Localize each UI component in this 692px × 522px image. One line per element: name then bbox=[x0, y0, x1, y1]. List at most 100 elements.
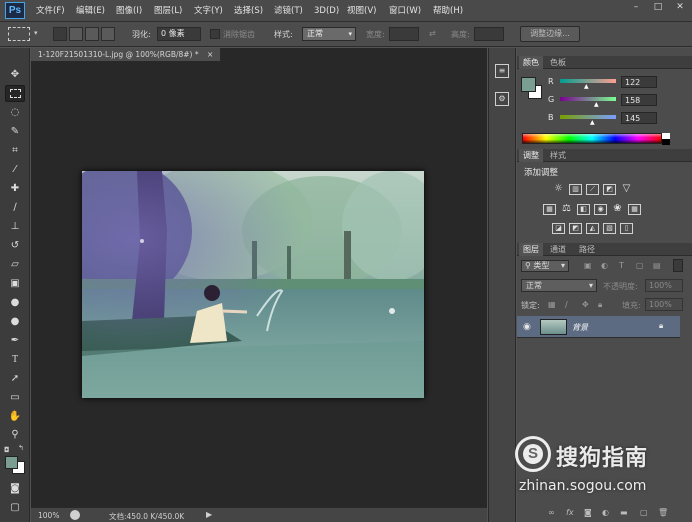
channel-g-slider[interactable] bbox=[560, 97, 616, 101]
new-group-icon[interactable]: ▬ bbox=[620, 508, 628, 517]
tab-swatches[interactable]: 色板 bbox=[546, 56, 570, 69]
channel-mixer-icon[interactable]: ❀ bbox=[611, 204, 624, 215]
color-foreground-swatch[interactable] bbox=[521, 77, 536, 92]
layer-style-icon[interactable]: fx bbox=[566, 508, 574, 517]
marquee-preset-icon[interactable] bbox=[8, 27, 30, 41]
channel-r-thumb-icon[interactable]: ▲ bbox=[584, 83, 589, 90]
menu-view[interactable]: 视图(V) bbox=[347, 4, 376, 18]
tab-adjustments[interactable]: 调整 bbox=[519, 149, 543, 162]
lock-transparent-icon[interactable]: ▦ bbox=[548, 300, 556, 309]
eyedropper-tool-icon[interactable]: ⁄ bbox=[5, 161, 25, 178]
black-white-icon[interactable]: ◧ bbox=[577, 204, 590, 215]
menu-window[interactable]: 窗口(W) bbox=[389, 4, 421, 18]
hue-saturation-icon[interactable]: ▦ bbox=[543, 204, 556, 215]
status-info-icon[interactable] bbox=[70, 510, 80, 520]
curves-icon[interactable]: ⟋ bbox=[586, 184, 599, 195]
filter-toggle-switch[interactable] bbox=[673, 259, 683, 272]
lock-pixels-icon[interactable]: ∕ bbox=[565, 300, 568, 309]
blur-tool-icon[interactable]: ● bbox=[5, 294, 25, 311]
channel-b-slider[interactable] bbox=[560, 115, 616, 119]
channel-g-value[interactable]: 158 bbox=[621, 94, 657, 106]
link-layers-icon[interactable]: ∞ bbox=[548, 508, 555, 517]
menu-layer[interactable]: 图层(L) bbox=[154, 4, 182, 18]
menu-help[interactable]: 帮助(H) bbox=[433, 4, 463, 18]
filter-smart-object-icon[interactable]: ▤ bbox=[653, 261, 661, 270]
selective-color-icon[interactable]: ▯ bbox=[620, 223, 633, 234]
filter-pixel-icon[interactable]: ▣ bbox=[584, 261, 592, 270]
width-input[interactable] bbox=[389, 27, 419, 41]
screen-mode-icon[interactable]: ▢ bbox=[5, 499, 25, 516]
blend-mode-select[interactable]: 正常 ▾ bbox=[521, 279, 597, 292]
close-window-button[interactable]: ✕ bbox=[670, 0, 690, 14]
new-adjustment-layer-icon[interactable]: ◐ bbox=[602, 508, 609, 517]
brightness-contrast-icon[interactable]: ☼ bbox=[552, 184, 565, 195]
spectrum-black-swatch[interactable] bbox=[662, 139, 670, 145]
channel-b-thumb-icon[interactable]: ▲ bbox=[590, 119, 595, 126]
history-brush-tool-icon[interactable]: ↺ bbox=[5, 237, 25, 254]
menu-image[interactable]: 图像(I) bbox=[116, 4, 142, 18]
lasso-tool-icon[interactable]: ◌ bbox=[5, 104, 25, 121]
path-selection-tool-icon[interactable]: ➚ bbox=[5, 370, 25, 387]
color-balance-icon[interactable]: ⚖ bbox=[560, 204, 573, 215]
pen-tool-icon[interactable]: ✒ bbox=[5, 332, 25, 349]
canvas-photo[interactable] bbox=[82, 171, 424, 398]
tab-paths[interactable]: 路径 bbox=[575, 243, 599, 256]
opacity-input[interactable]: 100% bbox=[645, 279, 683, 292]
antialias-checkbox[interactable] bbox=[210, 29, 220, 39]
status-menu-arrow-icon[interactable]: ▶ bbox=[206, 510, 212, 519]
default-colors-icon[interactable]: ◘ bbox=[4, 446, 10, 454]
filter-shape-icon[interactable]: ▢ bbox=[636, 261, 644, 270]
feather-input[interactable]: 0 像素 bbox=[157, 27, 201, 41]
history-panel-icon[interactable]: ≡ bbox=[495, 64, 509, 78]
layer-row-background[interactable]: ◉ 背景 🔒︎ bbox=[517, 316, 680, 338]
photo-filter-icon[interactable]: ◉ bbox=[594, 204, 607, 215]
type-tool-icon[interactable]: T bbox=[5, 351, 25, 368]
minimize-button[interactable]: – bbox=[626, 0, 646, 14]
color-spectrum-bar[interactable] bbox=[522, 133, 662, 144]
channel-r-value[interactable]: 122 bbox=[621, 76, 657, 88]
foreground-color-swatch[interactable] bbox=[5, 456, 18, 469]
delete-layer-icon[interactable]: 🗑︎ bbox=[658, 508, 668, 517]
threshold-icon[interactable]: ◭ bbox=[586, 223, 599, 234]
clone-stamp-tool-icon[interactable]: ⊥ bbox=[5, 218, 25, 235]
add-selection-icon[interactable] bbox=[69, 27, 83, 41]
layer-visibility-eye-icon[interactable]: ◉ bbox=[523, 322, 531, 332]
lock-position-icon[interactable]: ✥ bbox=[582, 300, 589, 309]
menu-filter[interactable]: 滤镜(T) bbox=[274, 4, 303, 18]
channel-g-thumb-icon[interactable]: ▲ bbox=[594, 101, 599, 108]
lock-all-icon[interactable]: 🔒︎ bbox=[598, 300, 602, 310]
invert-icon[interactable]: ◪ bbox=[552, 223, 565, 234]
color-lookup-icon[interactable]: ▦ bbox=[628, 204, 641, 215]
channel-b-value[interactable]: 145 bbox=[621, 112, 657, 124]
exposure-icon[interactable]: ◩ bbox=[603, 184, 616, 195]
layer-mask-icon[interactable]: ◙ bbox=[584, 508, 592, 517]
layer-filter-select[interactable]: ⚲ 类型 ▾ bbox=[521, 260, 569, 272]
menu-type[interactable]: 文字(Y) bbox=[194, 4, 223, 18]
gradient-map-icon[interactable]: ▧ bbox=[603, 223, 616, 234]
zoom-tool-icon[interactable]: ⚲ bbox=[5, 426, 25, 443]
document-tab[interactable]: 1-120F21501310-L.jpg @ 100%(RGB/8#) * × bbox=[31, 48, 221, 61]
posterize-icon[interactable]: ◩ bbox=[569, 223, 582, 234]
brush-tool-icon[interactable]: ∕ bbox=[5, 199, 25, 216]
dodge-tool-icon[interactable]: ● bbox=[5, 313, 25, 330]
levels-icon[interactable]: ▥ bbox=[569, 184, 582, 195]
filter-adjustment-icon[interactable]: ◐ bbox=[601, 261, 608, 270]
menu-3d[interactable]: 3D(D) bbox=[314, 4, 339, 18]
intersect-selection-icon[interactable] bbox=[101, 27, 115, 41]
menu-file[interactable]: 文件(F) bbox=[36, 4, 65, 18]
gradient-tool-icon[interactable]: ▣ bbox=[5, 275, 25, 292]
fill-input[interactable]: 100% bbox=[645, 298, 683, 311]
quick-mask-icon[interactable]: ◙ bbox=[5, 480, 25, 497]
menu-edit[interactable]: 编辑(E) bbox=[76, 4, 105, 18]
eraser-tool-icon[interactable]: ▱ bbox=[5, 256, 25, 273]
hand-tool-icon[interactable]: ✋ bbox=[5, 408, 25, 425]
rectangular-marquee-tool-icon[interactable] bbox=[5, 85, 25, 102]
rectangle-tool-icon[interactable]: ▭ bbox=[5, 389, 25, 406]
subtract-selection-icon[interactable] bbox=[85, 27, 99, 41]
crop-tool-icon[interactable]: ⌗ bbox=[5, 142, 25, 159]
tab-channels[interactable]: 通道 bbox=[546, 243, 570, 256]
swap-colors-icon[interactable]: ↰ bbox=[18, 444, 24, 452]
menu-select[interactable]: 选择(S) bbox=[234, 4, 263, 18]
tab-layers[interactable]: 图层 bbox=[519, 243, 543, 256]
filter-type-icon[interactable]: T bbox=[619, 261, 624, 270]
